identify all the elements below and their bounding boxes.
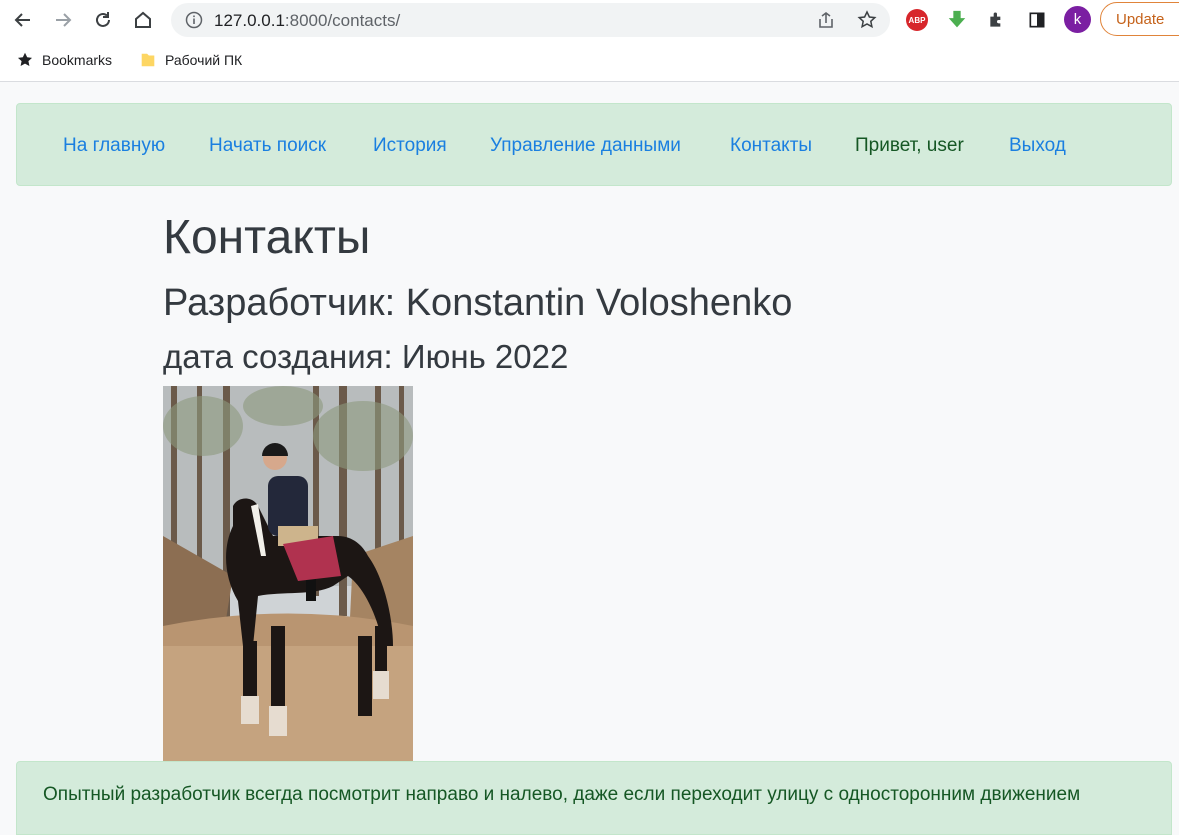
rider-on-horse-image [163, 386, 413, 762]
home-button[interactable] [129, 6, 157, 34]
download-extension[interactable] [945, 8, 969, 32]
url-text: 127.0.0.1:8000/contacts/ [214, 11, 401, 30]
download-arrow-icon [948, 10, 966, 28]
bookmark-label: Bookmarks [42, 52, 113, 68]
side-panel-icon [1029, 12, 1045, 28]
browser-toolbar: 127.0.0.1:8000/contacts/ ABP k Update [0, 0, 1179, 40]
bookmark-star-icon[interactable] [857, 10, 877, 30]
arrow-right-icon [56, 13, 72, 27]
profile-avatar[interactable]: k [1064, 6, 1091, 33]
nav-link-search[interactable]: Начать поиск [209, 135, 326, 157]
reload-button[interactable] [89, 6, 117, 34]
arrow-left-icon [14, 13, 30, 27]
developer-photo [163, 386, 413, 762]
back-button[interactable] [9, 6, 37, 34]
info-icon[interactable] [185, 11, 203, 29]
site-navbar: На главную Начать поиск История Управлен… [16, 103, 1172, 186]
nav-link-data-management[interactable]: Управление данными [490, 135, 681, 157]
puzzle-icon [990, 12, 1001, 27]
greeting-text: Привет, user [855, 135, 964, 156]
extensions-button[interactable] [985, 8, 1009, 32]
address-bar[interactable]: 127.0.0.1:8000/contacts/ [171, 3, 890, 37]
nav-link-home[interactable]: На главную [63, 135, 165, 157]
footer-quote: Опытный разработчик всегда посмотрит нап… [43, 784, 1081, 805]
bookmarks-bar: Bookmarks Рабочий ПК [0, 40, 1179, 82]
developer-heading: Разработчик: Konstantin Voloshenko [163, 282, 793, 324]
update-button[interactable]: Update [1100, 2, 1179, 36]
adblock-icon: ABP [906, 9, 928, 31]
home-icon [135, 11, 151, 28]
star-icon [17, 52, 33, 67]
nav-link-logout[interactable]: Выход [1009, 135, 1066, 157]
reload-icon [96, 12, 110, 27]
footer-banner: Опытный разработчик всегда посмотрит нап… [16, 761, 1172, 835]
page-title: Контакты [163, 211, 371, 264]
share-icon[interactable] [816, 10, 836, 30]
nav-link-history[interactable]: История [373, 135, 447, 157]
bookmark-folder[interactable]: Рабочий ПК [139, 51, 242, 69]
nav-link-contacts[interactable]: Контакты [730, 135, 812, 157]
adblock-extension[interactable]: ABP [905, 8, 929, 32]
forward-button[interactable] [49, 6, 77, 34]
folder-icon [141, 53, 155, 67]
side-panel-button[interactable] [1025, 8, 1049, 32]
creation-date-heading: дата создания: Июнь 2022 [163, 338, 569, 375]
bookmark-label: Рабочий ПК [165, 52, 243, 68]
bookmarks-menu[interactable]: Bookmarks [16, 51, 112, 69]
